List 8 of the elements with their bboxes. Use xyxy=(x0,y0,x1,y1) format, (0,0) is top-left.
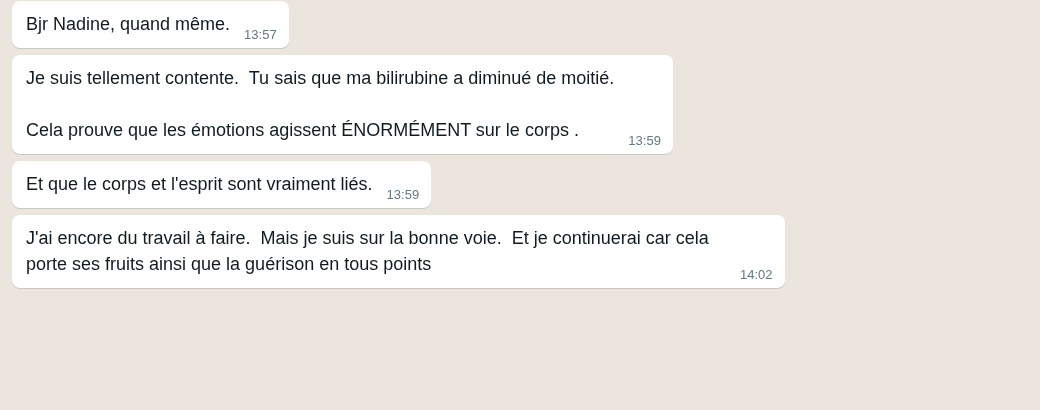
message-text: Et que le corps et l'esprit sont vraiment liés. xyxy=(26,173,373,196)
message-time: 13:59 xyxy=(386,187,420,202)
message-text: Je suis tellement contente. Tu sais que ma bilirubine a diminué de moitié. Cela prouve que les émotions agissent ÉNORMÉMENT sur le corps . xyxy=(26,67,615,142)
message-text: Bjr Nadine, quand même. xyxy=(26,13,231,36)
message-text: J'ai encore du travail à faire. Mais je suis sur la bonne voie. Et je continuerai car cela porte ses fruits ainsi que la guérison en tous points xyxy=(26,227,710,276)
message-time: 14:02 xyxy=(740,267,773,282)
message-time: 13:59 xyxy=(628,133,661,148)
message-time: 13:57 xyxy=(244,27,277,42)
